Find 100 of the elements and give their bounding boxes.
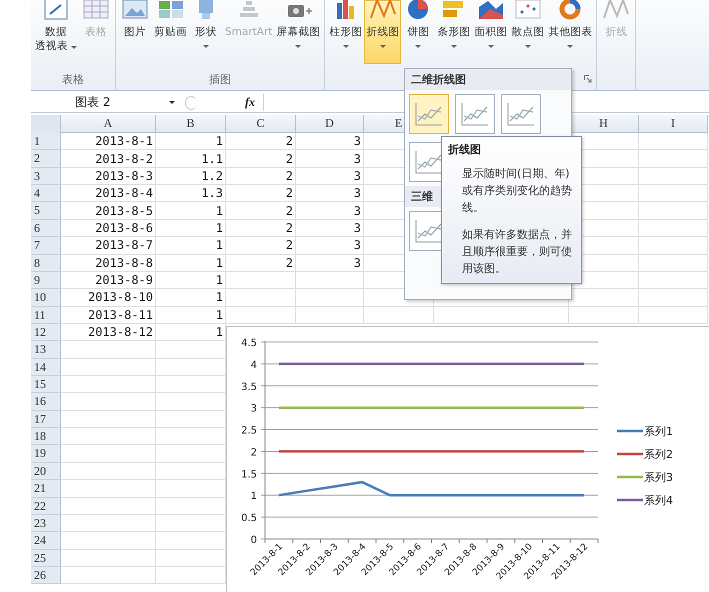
empty-cell[interactable] bbox=[434, 306, 569, 324]
row-header[interactable]: 17 bbox=[31, 410, 61, 428]
row-header[interactable]: 9 bbox=[31, 272, 61, 290]
row-header[interactable]: 26 bbox=[31, 566, 61, 584]
insert-function-button[interactable]: fx bbox=[245, 95, 255, 110]
ribbon-shapes-button[interactable]: 形状 bbox=[189, 0, 223, 64]
row-header[interactable]: 14 bbox=[31, 358, 61, 376]
axis-tick-label: 1 bbox=[250, 491, 257, 502]
empty-cell[interactable] bbox=[569, 306, 639, 324]
axis-tick-label: 3 bbox=[250, 404, 257, 415]
line-chart-option[interactable] bbox=[501, 94, 541, 134]
empty-cell[interactable] bbox=[639, 220, 708, 238]
select-all-button[interactable] bbox=[31, 115, 61, 133]
empty-cell[interactable] bbox=[226, 306, 296, 324]
table-cell: 2 bbox=[226, 237, 296, 255]
line-chart-icon bbox=[601, 0, 632, 21]
row-header[interactable]: 11 bbox=[31, 306, 61, 324]
row-header[interactable]: 13 bbox=[31, 341, 61, 359]
column-header[interactable]: I bbox=[639, 115, 708, 133]
scatter-chart-icon bbox=[512, 0, 543, 21]
ribbon-column-button[interactable]: 柱形图 bbox=[327, 0, 364, 64]
name-box[interactable]: 图表 2 bbox=[31, 94, 181, 111]
dialog-launcher-icon[interactable] bbox=[584, 75, 592, 83]
row-header[interactable]: 8 bbox=[31, 254, 61, 272]
row-header[interactable]: 10 bbox=[31, 289, 61, 307]
table-cell: 2013-8-5 bbox=[61, 202, 156, 220]
row-header[interactable]: 5 bbox=[31, 202, 61, 220]
table-cell: 2013-8-8 bbox=[61, 254, 156, 272]
ribbon-clipart-button[interactable]: 剪贴画 bbox=[152, 0, 189, 64]
ribbon-picture-button[interactable]: 图片 bbox=[118, 0, 152, 64]
row-header[interactable]: 23 bbox=[31, 514, 61, 532]
empty-cell[interactable] bbox=[639, 306, 708, 324]
table-cell: 2 bbox=[226, 133, 296, 150]
column-header[interactable]: C bbox=[226, 115, 296, 133]
row-header[interactable]: 22 bbox=[31, 498, 61, 515]
column-header[interactable]: B bbox=[156, 115, 226, 133]
table-cell: 2013-8-12 bbox=[61, 324, 156, 342]
menu-section-title: 二维折线图 bbox=[405, 69, 571, 90]
empty-cell[interactable] bbox=[226, 289, 296, 307]
table-cell: 2013-8-4 bbox=[61, 185, 156, 202]
column-header[interactable]: D bbox=[296, 115, 364, 133]
table-cell: 2 bbox=[226, 185, 296, 202]
ribbon-other-button[interactable]: 其他图表 bbox=[546, 0, 594, 64]
table-grid-icon bbox=[81, 0, 111, 21]
row-header[interactable]: 3 bbox=[31, 168, 61, 186]
row-header[interactable]: 7 bbox=[31, 237, 61, 255]
ribbon-bar-button[interactable]: 条形图 bbox=[435, 0, 472, 64]
table-cell: 1 bbox=[156, 272, 226, 290]
empty-cell[interactable] bbox=[639, 168, 708, 186]
ribbon-scatter-button[interactable]: 散点图 bbox=[509, 0, 546, 64]
empty-cell[interactable] bbox=[639, 202, 708, 220]
row-header[interactable]: 19 bbox=[31, 445, 61, 463]
legend-label: 系列2 bbox=[644, 448, 673, 461]
axis-tick-label: 4 bbox=[250, 360, 257, 371]
line-chart-option[interactable] bbox=[409, 94, 449, 134]
row-header[interactable]: 4 bbox=[31, 185, 61, 202]
row-header[interactable]: 12 bbox=[31, 324, 61, 342]
ribbon-line-button[interactable]: 折线图 bbox=[364, 0, 402, 64]
row-header[interactable]: 15 bbox=[31, 376, 61, 394]
table-cell: 3 bbox=[296, 168, 364, 186]
table-cell: 2 bbox=[226, 168, 296, 186]
empty-cell[interactable] bbox=[364, 306, 434, 324]
row-header[interactable]: 24 bbox=[31, 532, 61, 550]
table-cell: 3 bbox=[296, 254, 364, 272]
row-header[interactable]: 20 bbox=[31, 462, 61, 480]
column-header[interactable]: H bbox=[569, 115, 639, 133]
ribbon-pivot-button[interactable]: 数据 透视表 bbox=[33, 0, 79, 64]
row-header[interactable]: 16 bbox=[31, 393, 61, 411]
row-header[interactable]: 2 bbox=[31, 150, 61, 168]
table-cell: 2 bbox=[226, 220, 296, 238]
empty-cell[interactable] bbox=[296, 306, 364, 324]
table-cell: 2013-8-1 bbox=[61, 133, 156, 150]
axis-tick-label: 1.5 bbox=[241, 469, 257, 480]
line-chart-option[interactable] bbox=[455, 94, 495, 134]
row-header[interactable]: 6 bbox=[31, 220, 61, 238]
column-header[interactable]: A bbox=[61, 115, 156, 133]
empty-cell[interactable] bbox=[639, 272, 708, 290]
cancel-icon[interactable] bbox=[185, 96, 197, 110]
table-cell: 3 bbox=[296, 202, 364, 220]
ribbon-screenshot-button[interactable]: 屏幕截图 bbox=[274, 0, 322, 64]
table-cell: 3 bbox=[296, 185, 364, 202]
empty-cell[interactable] bbox=[639, 150, 708, 168]
table-cell: 1 bbox=[156, 254, 226, 272]
empty-cell[interactable] bbox=[639, 289, 708, 307]
empty-cell[interactable] bbox=[639, 254, 708, 272]
line-chart-icon bbox=[414, 101, 444, 127]
row-header[interactable]: 25 bbox=[31, 550, 61, 567]
table-cell: 2013-8-2 bbox=[61, 150, 156, 168]
row-header[interactable]: 21 bbox=[31, 480, 61, 498]
empty-cell[interactable] bbox=[296, 289, 364, 307]
empty-cell[interactable] bbox=[639, 237, 708, 255]
ribbon-area-button[interactable]: 面积图 bbox=[472, 0, 510, 64]
empty-cell[interactable] bbox=[296, 272, 364, 290]
empty-cell[interactable] bbox=[226, 272, 296, 290]
empty-cell[interactable] bbox=[639, 185, 708, 202]
row-header[interactable]: 18 bbox=[31, 428, 61, 446]
ribbon-pie-button[interactable]: 饼图 bbox=[401, 0, 436, 64]
row-header[interactable]: 1 bbox=[31, 133, 61, 150]
empty-cell[interactable] bbox=[639, 133, 708, 150]
axis-tick-label: 2 bbox=[250, 447, 257, 458]
